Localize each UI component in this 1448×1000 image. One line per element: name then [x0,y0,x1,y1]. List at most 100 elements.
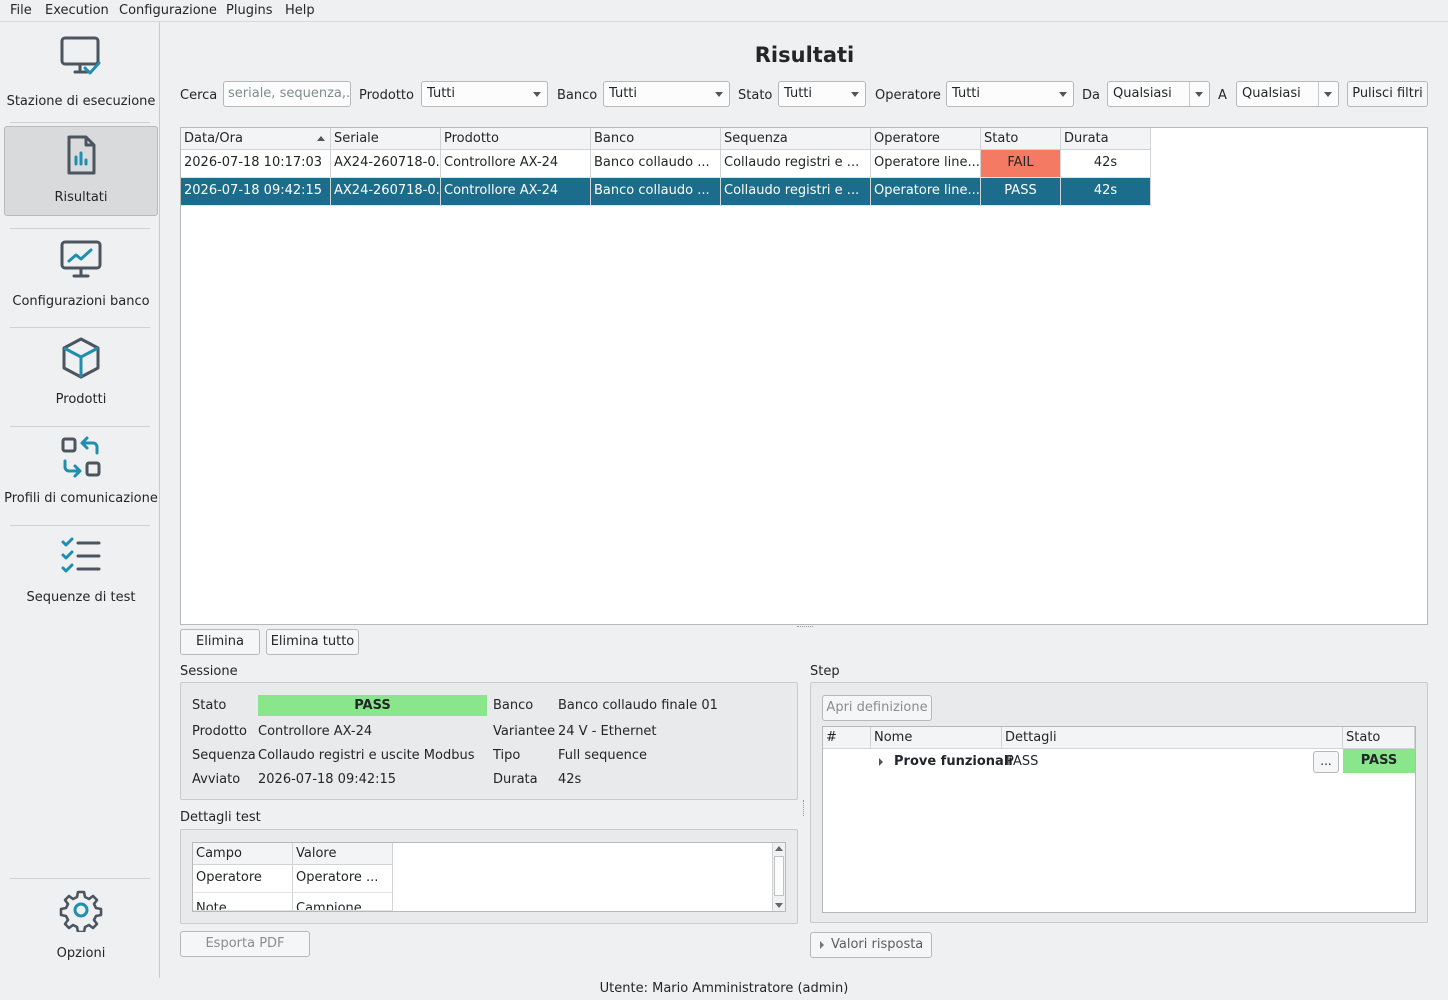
column-header-operator[interactable]: Operatore [871,128,981,150]
column-header-state[interactable]: Stato [981,128,1061,150]
scroll-down-icon[interactable] [775,903,783,908]
to-date-picker[interactable]: Qualsiasi [1236,81,1339,107]
delete-button[interactable]: Elimina [180,629,260,655]
column-header-name[interactable]: Nome [871,727,1002,749]
sidebar-item-prodotti[interactable]: Prodotti [4,332,158,424]
sidebar-item-stazione[interactable]: Stazione di esecuzione [4,26,158,120]
response-values-toggle[interactable]: Valori risposta [810,932,932,958]
clear-filters-button[interactable]: Pulisci filtri [1347,81,1428,107]
expand-arrow-icon[interactable] [879,758,883,766]
sidebar-item-label: Opzioni [56,946,106,961]
cell-serial: AX24-260718-0... [331,150,441,178]
checklist-icon [61,537,101,573]
splitter-handle[interactable] [803,800,805,816]
sidebar-item-label: Stazione di esecuzione [6,94,156,109]
bench-filter-value: Tutti [609,86,638,101]
chevron-down-icon[interactable] [1324,92,1332,97]
sidebar-item-sequenze[interactable]: Sequenze di test [4,530,158,622]
state-filter-select[interactable]: Tutti [778,81,866,107]
sidebar-item-risultati[interactable]: Risultati [4,126,158,216]
cell-product: Controllore AX-24 [441,178,591,206]
column-header-datetime[interactable]: Data/Ora [181,128,331,150]
sidebar-divider [10,327,150,328]
operator-filter-value: Tutti [952,86,981,101]
main-panel: Risultati Cerca seriale, sequenza,... Pr… [161,22,1448,978]
open-definition-button[interactable]: Apri definizione [822,695,932,721]
cell-sequence: Collaudo registri e ... [721,178,871,206]
session-bench-label: Banco [493,698,534,713]
search-input[interactable]: seriale, sequenza,... [223,81,351,107]
operator-filter-select[interactable]: Tutti [946,81,1074,107]
chevron-down-icon [1059,92,1067,97]
column-header-details[interactable]: Dettagli [1002,727,1343,749]
bench-filter-label: Banco [557,88,598,103]
step-group: Apri definizione # Nome Dettagli Stato P… [810,682,1428,923]
sidebar-item-configurazioni-banco[interactable]: Configurazioni banco [4,232,158,324]
session-duration-value: 42s [558,772,582,787]
menu-help[interactable]: Help [285,3,315,18]
steps-table: # Nome Dettagli Stato Prove funzionali P… [822,726,1416,913]
sidebar-item-opzioni[interactable]: Opzioni [4,884,158,974]
cell-value: Campione [293,893,393,911]
session-started-label: Avviato [192,772,241,787]
column-header-value[interactable]: Valore [293,843,393,865]
cell-bench: Banco collaudo ... [591,178,721,206]
splitter-handle[interactable] [797,626,813,628]
step-details: PASS [1006,754,1039,769]
column-header-state[interactable]: Stato [1343,727,1415,749]
results-table: Data/Ora Seriale Prodotto Banco Sequenza… [180,127,1428,625]
step-details-more-button[interactable]: ... [1313,751,1339,773]
cell-duration: 42s [1061,178,1151,206]
sidebar-item-label: Configurazioni banco [12,294,150,309]
menu-configurazione[interactable]: Configurazione [119,3,217,18]
monitor-chart-icon [60,240,102,278]
chevron-down-icon[interactable] [1195,92,1203,97]
delete-all-button[interactable]: Elimina tutto [266,629,359,655]
session-bench-value: Banco collaudo finale 01 [558,698,718,713]
cell-operator: Operatore line... [871,150,981,178]
column-header-index[interactable]: # [823,727,871,749]
operator-filter-label: Operatore [875,88,941,103]
column-header-sequence[interactable]: Sequenza [721,128,871,150]
session-variant-label: Variantee [493,724,556,739]
scrollbar-thumb[interactable] [774,856,784,896]
cube-icon [62,337,100,379]
sidebar: Stazione di esecuzione Risultati Configu… [0,22,160,978]
bench-filter-select[interactable]: Tutti [603,81,730,107]
response-values-label: Valori risposta [831,937,924,952]
status-badge: FAIL [981,150,1061,178]
session-started-value: 2026-07-18 09:42:15 [258,772,397,787]
sidebar-divider [10,878,150,879]
cell-value: Operatore ... [293,865,393,893]
status-badge: PASS [258,695,487,716]
export-pdf-button[interactable]: Esporta PDF [180,931,310,957]
step-name: Prove funzionali [894,754,1013,769]
chevron-down-icon [851,92,859,97]
menu-bar: File Execution Configurazione Plugins He… [0,0,1448,22]
column-header-serial[interactable]: Seriale [331,128,441,150]
from-date-label: Da [1082,88,1100,103]
vertical-scrollbar[interactable] [772,843,785,911]
product-filter-select[interactable]: Tutti [421,81,548,107]
menu-plugins[interactable]: Plugins [226,3,273,18]
scroll-up-icon[interactable] [775,846,783,851]
column-header-duration[interactable]: Durata [1061,128,1151,150]
session-type-value: Full sequence [558,748,648,763]
cell-datetime: 2026-07-18 09:42:15 [181,178,331,206]
column-header-field[interactable]: Campo [193,843,293,865]
column-header-product[interactable]: Prodotto [441,128,591,150]
from-date-picker[interactable]: Qualsiasi [1107,81,1210,107]
current-user-label: Utente: Mario Amministratore (admin) [599,981,849,996]
sidebar-item-profili[interactable]: Profili di comunicazione [4,431,158,523]
status-bar: Utente: Mario Amministratore (admin) [0,978,1448,1000]
menu-file[interactable]: File [10,3,32,18]
sidebar-item-label: Prodotti [55,392,107,407]
expand-arrow-icon [820,941,824,949]
step-group-title: Step [810,664,840,679]
column-header-bench[interactable]: Banco [591,128,721,150]
state-filter-label: Stato [738,88,773,103]
menu-execution[interactable]: Execution [45,3,109,18]
session-duration-label: Durata [493,772,538,787]
sidebar-item-label: Profili di comunicazione [4,491,158,506]
search-label: Cerca [180,88,218,103]
